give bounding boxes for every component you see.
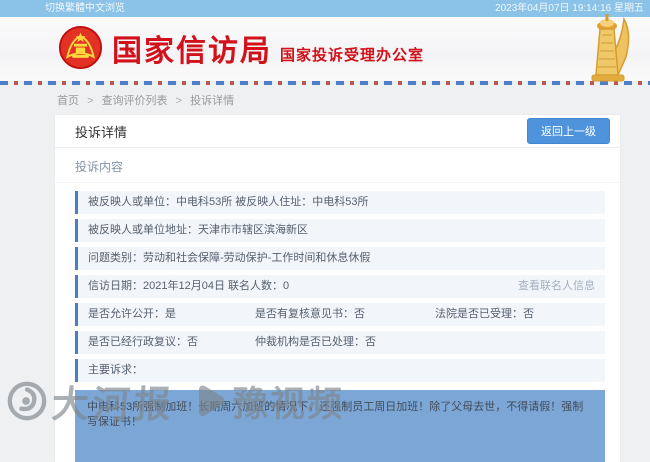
breadcrumb-separator: > [176,95,182,107]
lang-switch-link[interactable]: 切换繁體中文浏览 [45,0,125,17]
golden-column-icon [580,13,638,83]
field-row-public-review-court: 是否允许公开：是 是否有复核意见书：否 法院是否已受理：否 [75,303,605,326]
view-cosigners-link[interactable]: 查看联名人信息 [518,280,595,293]
site-header: 国家信访局 国家投诉受理办公室 [0,17,650,81]
top-utility-bar: 切换繁體中文浏览 2023年04月07日 19:14:16 星期五 [0,0,650,17]
field-row-problem-category: 问题类别：劳动和社会保障-劳动保护-工作时间和休息休假 [75,247,605,270]
dahe-daily-logo-icon [6,380,48,422]
org-subtitle: 国家投诉受理办公室 [280,44,424,65]
field-text: 问题类别：劳动和社会保障-劳动保护-工作时间和休息休假 [88,252,595,265]
complaint-detail-panel: 投诉详情 返回上一级 投诉内容 被反映人或单位：中电科53所 被反映人住址：中电… [55,115,620,462]
field-row-main-appeal-label: 主要诉求： [75,359,605,382]
national-emblem-icon [58,25,103,70]
field-text: 主要诉求： [88,364,595,377]
field-text: 被反映人或单位地址：天津市市辖区滨海新区 [88,224,595,237]
field-text: 法院是否已受理：否 [435,308,595,321]
breadcrumb-current: 投诉详情 [190,95,234,107]
panel-header: 投诉详情 返回上一级 [55,115,620,148]
field-text: 信访日期：2021年12月04日 联名人数：0 [88,280,518,293]
breadcrumb: 首页 > 查询评价列表 > 投诉详情 [57,92,650,107]
breadcrumb-home[interactable]: 首页 [57,95,79,107]
field-text: 是否允许公开：是 [88,308,255,321]
field-text: 被反映人或单位：中电科53所 被反映人住址：中电科53所 [88,196,595,209]
field-text: 是否有复核意见书：否 [255,308,435,321]
field-row-reconsideration-arbitration: 是否已经行政复议：否 仲裁机构是否已处理：否 [75,331,605,354]
main-appeal-text: 中电科53所强制加班！长期周六加班的情况下，还强制员工周日加班！除了父母去世，不… [75,390,605,462]
field-row-petition-date: 信访日期：2021年12月04日 联名人数：0 查看联名人信息 [75,275,605,298]
complaint-fields: 被反映人或单位：中电科53所 被反映人住址：中电科53所 被反映人或单位地址：天… [55,183,620,382]
field-text: 仲裁机构是否已处理：否 [255,336,435,349]
section-title-complaint-content: 投诉内容 [55,148,620,183]
org-name: 国家信访局 [112,26,272,70]
site-brand: 国家信访局 国家投诉受理办公室 [58,25,424,70]
breadcrumb-separator: > [87,95,93,107]
dotted-divider [0,81,650,85]
field-row-respondent: 被反映人或单位：中电科53所 被反映人住址：中电科53所 [75,191,605,214]
field-text: 是否已经行政复议：否 [88,336,255,349]
back-button[interactable]: 返回上一级 [527,118,610,144]
breadcrumb-query-list[interactable]: 查询评价列表 [102,95,168,107]
field-row-respondent-address: 被反映人或单位地址：天津市市辖区滨海新区 [75,219,605,242]
page-title: 投诉详情 [75,122,127,141]
